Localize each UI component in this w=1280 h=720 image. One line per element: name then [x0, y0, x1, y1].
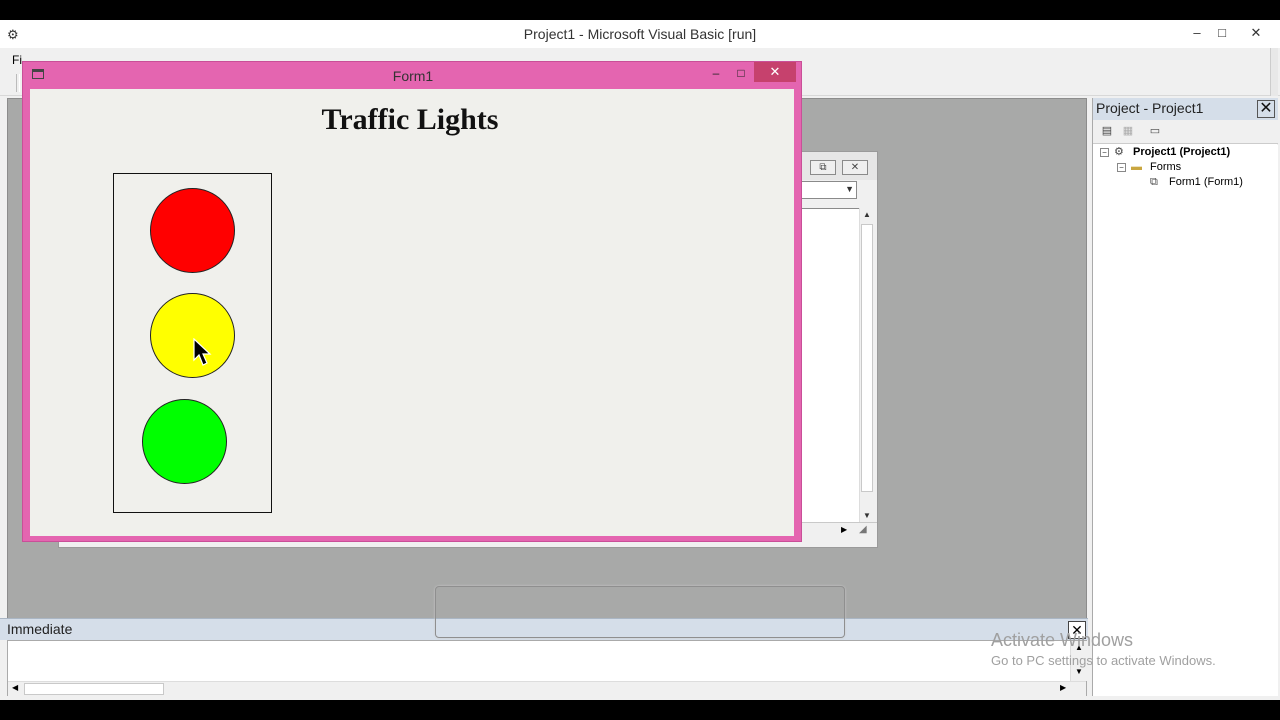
menu-file[interactable]: Fi — [12, 53, 22, 67]
form1-close-button[interactable]: ✕ — [754, 62, 796, 82]
collapse-icon[interactable]: − — [1117, 163, 1126, 172]
screen-bottom-bar — [0, 700, 1280, 720]
scroll-right-arrow-icon[interactable]: ▶ — [1060, 683, 1066, 692]
project-explorer: Project - Project1 ✕ ▤ ▦ ▭ − ⚙ Project1 … — [1092, 98, 1278, 696]
project-explorer-toolbar: ▤ ▦ ▭ — [1093, 120, 1278, 144]
project-explorer-title: Project - Project1 — [1096, 100, 1204, 116]
vb-ide-window: ⚙ Project1 - Microsoft Visual Basic [run… — [0, 20, 1280, 700]
project-explorer-close-button[interactable]: ✕ — [1257, 100, 1275, 118]
scroll-up-arrow-icon[interactable]: ▲ — [863, 210, 871, 219]
form1-maximize-button[interactable]: □ — [728, 64, 754, 84]
tree-forms-label: Forms — [1150, 161, 1182, 173]
tree-item-form1[interactable]: ⧉ Form1 (Form1) — [1136, 176, 1266, 191]
scroll-down-arrow-icon[interactable]: ▼ — [863, 511, 871, 520]
ide-minimize-button[interactable]: – — [1183, 23, 1211, 43]
project-icon: ⚙ — [1114, 146, 1124, 158]
menu-scroll-strip[interactable] — [1270, 48, 1278, 96]
activate-windows-watermark: Activate Windows Go to PC settings to ac… — [991, 630, 1216, 668]
collapse-icon[interactable]: − — [1100, 148, 1109, 157]
scroll-thumb[interactable] — [24, 683, 164, 695]
folder-icon: ▬ — [1131, 161, 1142, 173]
form-item-icon: ⧉ — [1150, 176, 1158, 188]
form1-client-area: Traffic Lights — [30, 89, 794, 536]
immediate-horizontal-scrollbar: ◀ ▶ — [8, 681, 1086, 696]
scroll-thumb[interactable] — [861, 224, 873, 492]
form1-title: Form1 — [392, 68, 434, 84]
tree-form1-label: Form1 (Form1) — [1169, 176, 1243, 188]
view-code-icon[interactable]: ▤ — [1099, 124, 1115, 138]
scroll-left-arrow-icon[interactable]: ◀ — [12, 683, 18, 692]
scroll-right-arrow-icon[interactable]: ▶ — [841, 525, 847, 534]
form1-minimize-button[interactable]: – — [703, 64, 729, 84]
scroll-down-arrow-icon[interactable]: ▼ — [1075, 667, 1083, 676]
ide-title-bar: ⚙ Project1 - Microsoft Visual Basic [run… — [0, 20, 1280, 48]
ide-close-button[interactable]: ✕ — [1242, 23, 1270, 43]
toolbar-grip[interactable] — [16, 74, 20, 92]
project-tree: − ⚙ Project1 (Project1) − ▬ Forms ⧉ Form… — [1093, 145, 1278, 696]
watermark-line-1: Activate Windows — [991, 630, 1134, 650]
code-window-close-button[interactable]: ✕ — [842, 160, 868, 175]
resize-grip-icon[interactable]: ◢ — [859, 524, 875, 538]
chevron-down-icon: ▼ — [845, 184, 854, 194]
traffic-lights-heading: Traffic Lights — [321, 103, 499, 136]
tree-project-label: Project1 (Project1) — [1133, 146, 1231, 158]
tree-item-forms[interactable]: − ▬ Forms — [1117, 161, 1267, 176]
screen-top-bar — [0, 0, 1280, 20]
code-vertical-scrollbar[interactable]: ▲ ▼ — [859, 208, 875, 522]
ide-title: Project1 - Microsoft Visual Basic [run] — [523, 26, 757, 42]
red-light[interactable] — [150, 188, 235, 273]
green-light[interactable] — [142, 399, 227, 484]
form1-window: Form1 – □ ✕ Traffic Lights — [22, 61, 802, 542]
toggle-folders-icon[interactable]: ▭ — [1147, 124, 1163, 138]
view-object-icon[interactable]: ▦ — [1120, 124, 1136, 138]
code-window-restore-button[interactable]: ⧉ — [810, 160, 836, 175]
procedure-dropdown[interactable]: ▼ — [799, 181, 857, 199]
ide-maximize-button[interactable]: □ — [1208, 23, 1236, 43]
immediate-title: Immediate — [7, 621, 73, 637]
floating-outline-box — [435, 586, 845, 638]
project-explorer-title-bar: Project - Project1 ✕ — [1093, 98, 1278, 120]
watermark-line-2: Go to PC settings to activate Windows. — [991, 653, 1216, 668]
immediate-pane[interactable]: ▲ ▼ ◀ ▶ — [7, 640, 1087, 696]
tree-item-project[interactable]: − ⚙ Project1 (Project1) — [1100, 146, 1270, 161]
